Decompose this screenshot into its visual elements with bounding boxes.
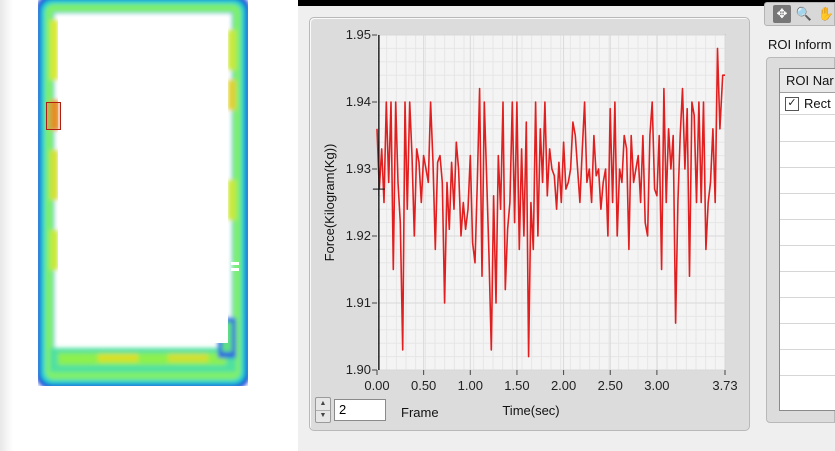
table-row-divider bbox=[780, 349, 835, 350]
x-tick-label: 2.50 bbox=[598, 378, 623, 393]
x-tick-label: 1.50 bbox=[504, 378, 529, 393]
roi-visible-checkbox[interactable]: ✓ bbox=[785, 97, 799, 111]
force-time-chart: 1.95 1.94 1.93 1.92 1.91 1.90 0.00 0.50 1.00 1.5… bbox=[322, 27, 738, 418]
roi-information-title: ROI Inform bbox=[768, 37, 832, 52]
pane-divider bbox=[0, 0, 13, 451]
y-tick-label: 1.90 bbox=[346, 362, 371, 377]
roi-name-column-header[interactable]: ROI Nar bbox=[780, 69, 835, 93]
frame-number-input[interactable]: 2 bbox=[334, 399, 386, 421]
frame-label: Frame bbox=[401, 405, 439, 420]
y-tick-label: 1.95 bbox=[346, 27, 371, 42]
table-row-divider bbox=[780, 245, 835, 246]
roi-rectangle-marker[interactable] bbox=[46, 102, 61, 130]
y-axis-label: Force(Kilogram(Kg)) bbox=[322, 144, 337, 262]
y-tick-label: 1.94 bbox=[346, 94, 371, 109]
frame-stepper[interactable]: ▲ ▼ bbox=[315, 397, 331, 423]
y-tick-label: 1.91 bbox=[346, 295, 371, 310]
frame-decrement-button[interactable]: ▼ bbox=[316, 410, 330, 422]
x-tick-label: 3.00 bbox=[644, 378, 669, 393]
table-row-divider bbox=[780, 271, 835, 272]
move-cursor-icon[interactable]: ✥ bbox=[773, 5, 791, 23]
x-axis-ticks: 0.00 0.50 1.00 1.50 2.00 2.50 3.00 3.73 bbox=[364, 370, 738, 393]
x-tick-label: 1.00 bbox=[458, 378, 483, 393]
zoom-icon[interactable]: 🔍 bbox=[795, 5, 813, 23]
x-tick-label: 3.73 bbox=[712, 378, 737, 393]
roi-row-name: Rect bbox=[804, 96, 831, 111]
x-tick-label: 0.00 bbox=[364, 378, 389, 393]
y-tick-label: 1.93 bbox=[346, 161, 371, 176]
table-row-divider bbox=[780, 167, 835, 168]
roi-table[interactable]: ROI Nar ✓ Rect bbox=[779, 68, 835, 411]
x-tick-label: 0.50 bbox=[411, 378, 436, 393]
roi-table-row[interactable]: ✓ Rect bbox=[780, 93, 835, 115]
plot-grid bbox=[376, 34, 726, 371]
graph-palette-toolbar: ✥ 🔍 ✋ bbox=[764, 2, 835, 26]
top-black-edge bbox=[298, 0, 835, 6]
table-row-divider bbox=[780, 141, 835, 142]
table-row-divider bbox=[780, 193, 835, 194]
pan-hand-icon[interactable]: ✋ bbox=[817, 5, 835, 23]
y-tick-label: 1.92 bbox=[346, 228, 371, 243]
table-row-divider bbox=[780, 219, 835, 220]
table-row-divider bbox=[780, 323, 835, 324]
table-row-divider bbox=[780, 375, 835, 376]
table-row-divider bbox=[780, 297, 835, 298]
x-axis-label: Time(sec) bbox=[502, 403, 559, 418]
x-tick-label: 2.00 bbox=[551, 378, 576, 393]
y-axis-ticks: 1.95 1.94 1.93 1.92 1.91 1.90 bbox=[346, 27, 377, 377]
pressure-heatmap bbox=[38, 0, 248, 386]
